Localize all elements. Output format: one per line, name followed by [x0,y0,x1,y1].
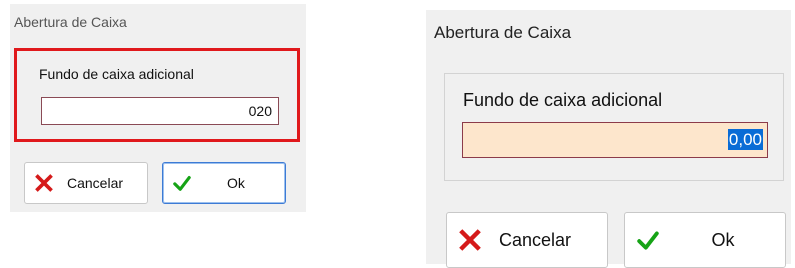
cancel-button[interactable]: Cancelar [446,212,608,268]
highlighted-fundo-panel: Fundo de caixa adicional 020 [14,48,300,142]
cancel-label: Cancelar [67,175,124,191]
fundo-value-selected: 0,00 [727,129,763,150]
abertura-caixa-dialog-after: Abertura de Caixa Fundo de caixa adicion… [426,10,791,268]
fundo-value: 020 [248,103,272,119]
fundo-label: Fundo de caixa adicional [463,90,663,110]
ok-button[interactable]: Ok [624,212,786,268]
fundo-label: Fundo de caixa adicional [39,66,194,82]
x-icon [35,174,53,192]
ok-button[interactable]: Ok [162,162,286,204]
abertura-caixa-dialog-before: Abertura de Caixa Fundo de caixa adicion… [10,4,306,212]
ok-label: Ok [711,229,735,250]
x-icon [459,229,481,251]
dialog-title: Abertura de Caixa [14,14,127,30]
fundo-input[interactable]: 020 [41,97,279,125]
ok-label: Ok [227,175,245,191]
cancel-label: Cancelar [499,229,572,250]
cancel-button[interactable]: Cancelar [24,162,148,204]
fundo-input[interactable]: 0,00 [462,122,768,158]
dialog-title: Abertura de Caixa [434,23,572,42]
